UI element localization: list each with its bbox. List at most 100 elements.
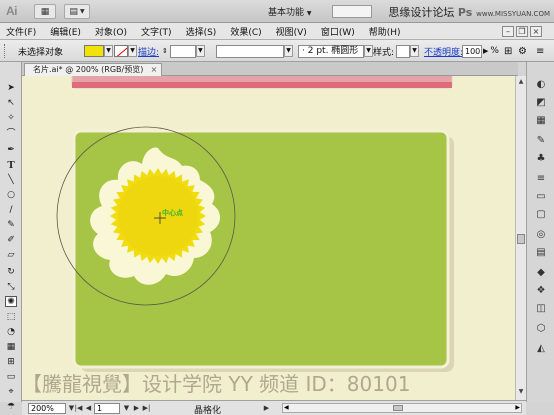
line-tool-icon[interactable]: ╲: [5, 174, 17, 185]
opacity-input[interactable]: 100: [462, 44, 482, 58]
horizontal-scrollbar[interactable]: ◀ ▶: [282, 403, 522, 413]
color-panel-icon[interactable]: ◐: [534, 78, 548, 91]
eraser-tool-icon[interactable]: ▱: [5, 249, 17, 260]
minimize-button[interactable]: –: [502, 26, 514, 37]
scroll-left-icon[interactable]: ◀: [284, 404, 289, 411]
width-profile-select[interactable]: [216, 44, 284, 58]
scroll-up-icon[interactable]: ▲: [517, 78, 525, 86]
stroke-color-control[interactable]: ▼: [114, 44, 137, 58]
opacity-field[interactable]: 100 ▶ %: [462, 44, 499, 58]
fill-swatch[interactable]: [84, 45, 104, 57]
scroll-thumb[interactable]: [393, 405, 403, 411]
status-menu-icon[interactable]: ▶: [262, 403, 271, 414]
appearance-panel-icon[interactable]: ◎: [534, 228, 548, 241]
bridge-button[interactable]: ▦: [34, 4, 56, 19]
previous-artboard-icon[interactable]: ◀: [84, 403, 93, 414]
restore-button[interactable]: ❐: [516, 26, 528, 37]
selection-tool-icon[interactable]: ➤: [5, 82, 17, 93]
direct-selection-tool-icon[interactable]: ↖: [5, 97, 17, 108]
chevron-down-icon[interactable]: ▼: [364, 45, 373, 57]
document-tab[interactable]: 名片.ai* @ 200% (RGB/预览) ×: [24, 63, 163, 76]
gradient-tool-icon[interactable]: ▭: [5, 371, 17, 382]
chevron-down-icon[interactable]: ▼: [104, 45, 113, 57]
previous-card[interactable]: [71, 76, 453, 89]
menu-effect[interactable]: 效果(C): [230, 25, 261, 38]
graphic-style-control[interactable]: ▼: [396, 44, 419, 58]
rotate-tool-icon[interactable]: ↻: [5, 266, 17, 277]
graphic-style-swatch[interactable]: [396, 44, 410, 58]
last-artboard-icon[interactable]: ▶|: [142, 403, 151, 414]
scroll-down-icon[interactable]: ▼: [517, 388, 525, 396]
close-tab-icon[interactable]: ×: [151, 64, 158, 75]
stroke-weight-input[interactable]: [169, 44, 196, 58]
shape-builder-tool-icon[interactable]: ◔: [5, 326, 17, 337]
opacity-arrow-icon[interactable]: ▶: [483, 47, 488, 55]
brushes-panel-icon[interactable]: ✎: [534, 134, 548, 147]
pathfinder-panel-icon[interactable]: ❖: [534, 284, 548, 297]
menu-window[interactable]: 窗口(W): [321, 25, 355, 38]
mesh-tool-icon[interactable]: ⊞: [5, 356, 17, 367]
align-panel-icon[interactable]: ◭: [534, 342, 548, 355]
stroke-panel-icon[interactable]: ≡: [534, 172, 548, 185]
workspace-switcher[interactable]: 基本功能 ▼: [268, 5, 312, 18]
eyedropper-tool-icon[interactable]: ⌖: [5, 386, 17, 397]
symbol-sprayer-tool-icon[interactable]: ☂: [5, 401, 17, 412]
menu-help[interactable]: 帮助(H): [369, 25, 401, 38]
transform-icon[interactable]: ⚙: [518, 44, 527, 58]
artboards-panel-icon[interactable]: ◫: [534, 302, 548, 315]
chevron-down-icon[interactable]: ▼: [410, 45, 419, 57]
stroke-link[interactable]: 描边:: [138, 44, 159, 58]
vertical-scrollbar[interactable]: ▲ ▼: [515, 76, 526, 400]
color-guide-icon[interactable]: ◩: [534, 96, 548, 109]
brush-field[interactable]: · 2 pt. 椭圆形: [298, 44, 364, 58]
symbols-panel-icon[interactable]: ♣: [534, 152, 548, 165]
chevron-down-icon[interactable]: ▼: [195, 45, 205, 57]
crystallize-tool-icon[interactable]: ✺: [5, 296, 17, 307]
chevron-down-icon[interactable]: ▼: [128, 45, 137, 57]
close-button[interactable]: ×: [530, 26, 542, 37]
zoom-select[interactable]: 200%: [28, 403, 66, 414]
perspective-grid-tool-icon[interactable]: ▦: [5, 341, 17, 352]
artboard-canvas[interactable]: 中心点 【騰龍視覺】设计学院 YY 频道 ID：80101: [22, 76, 515, 400]
first-artboard-icon[interactable]: |◀: [74, 403, 83, 414]
layers-panel-icon[interactable]: ◆: [534, 266, 548, 279]
opacity-link[interactable]: 不透明度:: [424, 44, 463, 58]
align-icon[interactable]: ⊞: [504, 44, 512, 58]
stepper-icon[interactable]: ⇕: [162, 47, 168, 55]
free-transform-tool-icon[interactable]: ⬚: [5, 311, 17, 322]
swatches-panel-icon[interactable]: ▦: [534, 114, 548, 127]
blob-brush-tool-icon[interactable]: ✐: [5, 234, 17, 245]
menu-edit[interactable]: 编辑(E): [50, 25, 81, 38]
chevron-down-icon[interactable]: ▼: [284, 45, 293, 57]
menu-object[interactable]: 对象(O): [95, 25, 127, 38]
artboard-number[interactable]: 1: [94, 403, 120, 414]
stroke-none-swatch[interactable]: [114, 45, 128, 57]
menu-select[interactable]: 选择(S): [186, 25, 217, 38]
lasso-tool-icon[interactable]: ⌒: [5, 127, 17, 139]
pencil-tool-icon[interactable]: ✎: [5, 219, 17, 230]
gradient-panel-icon[interactable]: ▭: [534, 190, 548, 203]
chevron-down-icon[interactable]: ▼: [122, 403, 131, 414]
menu-file[interactable]: 文件(F): [6, 25, 36, 38]
pen-tool-icon[interactable]: ✒: [5, 144, 17, 155]
fill-color-control[interactable]: ▼: [84, 44, 113, 58]
scroll-thumb[interactable]: [517, 234, 525, 244]
brush-definition[interactable]: · 2 pt. 椭圆形 ▼: [298, 44, 373, 58]
scroll-right-icon[interactable]: ▶: [515, 404, 520, 411]
paintbrush-tool-icon[interactable]: ∕: [5, 204, 17, 215]
arrange-documents-button[interactable]: ▤ ▼: [64, 4, 90, 19]
menu-view[interactable]: 视图(V): [276, 25, 307, 38]
scale-tool-icon[interactable]: ⤡: [5, 281, 17, 292]
variable-width-profile[interactable]: ▼: [216, 44, 293, 58]
type-tool-icon[interactable]: T: [5, 159, 17, 171]
graphic-styles-icon[interactable]: ▤: [534, 246, 548, 259]
search-field[interactable]: [332, 5, 372, 18]
stroke-weight-field[interactable]: ⇕ ▼: [162, 44, 205, 58]
transparency-panel-icon[interactable]: ▢: [534, 208, 548, 221]
panel-menu-icon[interactable]: ≡: [536, 44, 544, 58]
ellipse-tool-icon[interactable]: ○: [5, 189, 17, 200]
menu-type[interactable]: 文字(T): [141, 25, 172, 38]
next-artboard-icon[interactable]: ▶: [132, 403, 141, 414]
magic-wand-tool-icon[interactable]: ✧: [5, 112, 17, 123]
links-panel-icon[interactable]: ⬡: [534, 322, 548, 335]
